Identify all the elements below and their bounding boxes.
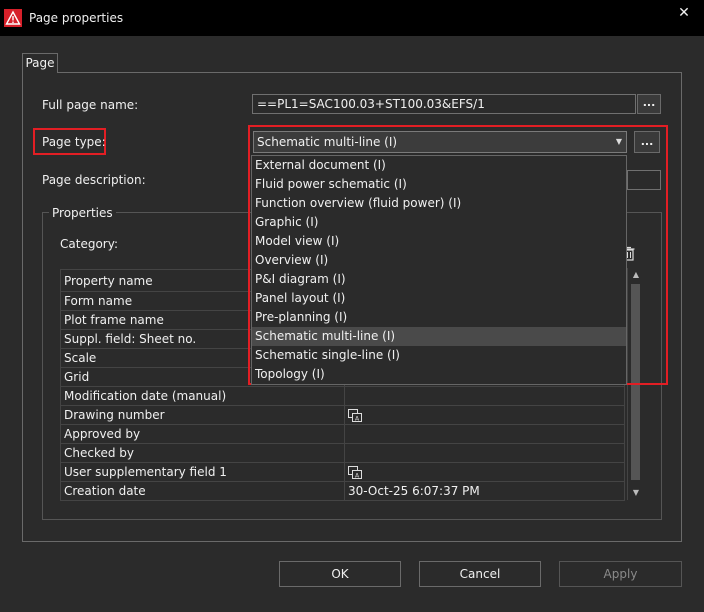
table-row[interactable]: Creation date 30-Oct-25 6:07:37 PM	[60, 481, 625, 501]
page-type-option[interactable]: Panel layout (I)	[252, 289, 626, 308]
apply-button[interactable]: Apply	[559, 561, 682, 587]
page-type-option[interactable]: Function overview (fluid power) (I)	[252, 194, 626, 213]
property-name-cell[interactable]: Approved by	[60, 424, 345, 444]
page-type-label: Page type:	[42, 135, 106, 149]
ok-button[interactable]: OK	[279, 561, 401, 587]
full-page-name-browse-button[interactable]: ...	[637, 94, 661, 114]
table-row[interactable]: Approved by	[60, 424, 625, 444]
property-value-cell[interactable]: A	[344, 462, 625, 482]
window-title: Page properties	[29, 11, 124, 25]
page-type-option[interactable]: Schematic multi-line (I)	[252, 327, 626, 346]
page-type-option[interactable]: External document (I)	[252, 156, 626, 175]
property-value-cell[interactable]	[344, 443, 625, 463]
properties-group-title: Properties	[49, 206, 116, 220]
table-row[interactable]: Checked by	[60, 443, 625, 463]
table-row[interactable]: User supplementary field 1A	[60, 462, 625, 482]
page-type-option[interactable]: Graphic (I)	[252, 213, 626, 232]
multilingual-edit-icon[interactable]: A	[348, 408, 362, 422]
page-type-option[interactable]: Fluid power schematic (I)	[252, 175, 626, 194]
full-page-name-field[interactable]: ==PL1=SAC100.03+ST100.03&EFS/1	[252, 94, 636, 114]
property-name-cell[interactable]: User supplementary field 1	[60, 462, 345, 482]
page-type-option[interactable]: Overview (I)	[252, 251, 626, 270]
app-warning-triangle-icon	[4, 9, 22, 27]
page-type-option[interactable]: Schematic single-line (I)	[252, 346, 626, 365]
property-name-cell[interactable]: Modification date (manual)	[60, 386, 345, 406]
full-page-name-label: Full page name:	[42, 98, 139, 112]
scroll-down-arrow-icon[interactable]: ▼	[628, 486, 644, 500]
chevron-down-icon[interactable]: ▼	[616, 132, 622, 152]
table-row[interactable]: Drawing number A	[60, 405, 625, 425]
multilingual-edit-icon[interactable]: A	[348, 465, 362, 479]
page-type-combobox[interactable]: Schematic multi-line (I) ▼	[253, 131, 627, 153]
property-name-cell[interactable]: Creation date	[60, 481, 345, 501]
page-type-option[interactable]: Pre-planning (I)	[252, 308, 626, 327]
page-type-selected-value: Schematic multi-line (I)	[257, 135, 398, 149]
property-value-cell[interactable]: 30-Oct-25 6:07:37 PM	[344, 481, 625, 501]
property-value-cell[interactable]	[344, 386, 625, 406]
page-description-label: Page description:	[42, 173, 146, 187]
page-type-option[interactable]: Topology (I)	[252, 365, 626, 384]
page-type-option[interactable]: P&I diagram (I)	[252, 270, 626, 289]
cancel-button[interactable]: Cancel	[419, 561, 541, 587]
page-type-options-list: External document (I) Fluid power schemat…	[251, 155, 627, 385]
tab-page[interactable]: Page	[22, 53, 58, 73]
table-row[interactable]: Modification date (manual)	[60, 386, 625, 406]
property-name-cell[interactable]: Checked by	[60, 443, 345, 463]
page-type-option[interactable]: Model view (I)	[252, 232, 626, 251]
close-icon[interactable]: ✕	[674, 3, 694, 23]
property-name-cell[interactable]: Drawing number	[60, 405, 345, 425]
page-type-browse-button[interactable]: ...	[634, 131, 660, 153]
property-value-cell[interactable]: A	[344, 405, 625, 425]
category-label: Category:	[60, 237, 118, 251]
property-value-cell[interactable]	[344, 424, 625, 444]
